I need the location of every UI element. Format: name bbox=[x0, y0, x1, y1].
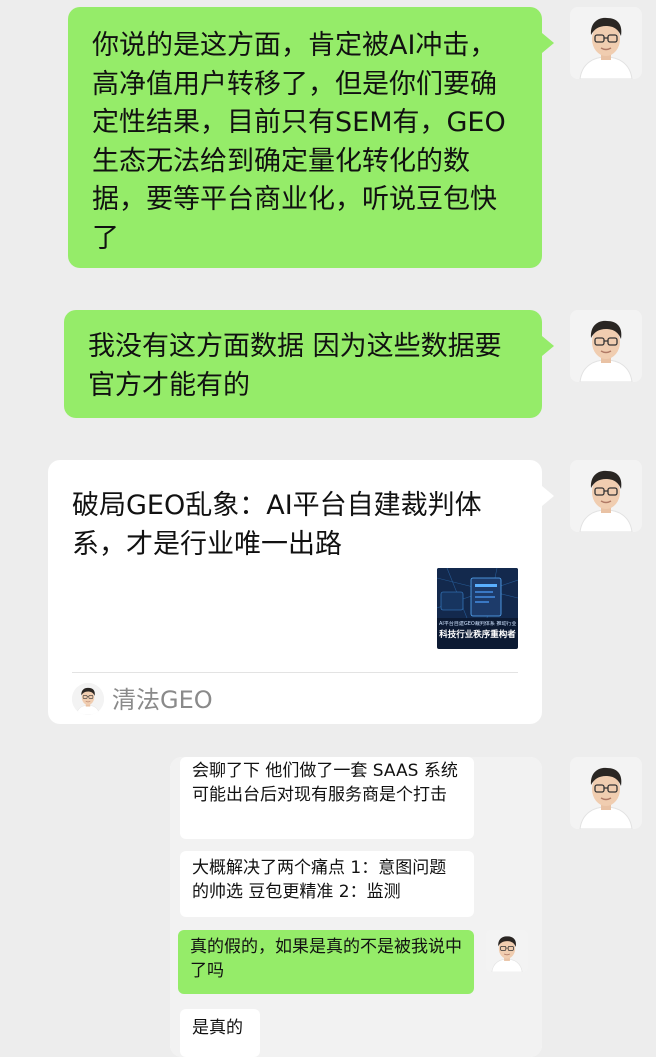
message-text: 你说的是这方面，肯定被AI冲击，高净值用户转移了，但是你们要确定性结果，目前只有… bbox=[92, 30, 506, 254]
user-avatar[interactable] bbox=[570, 757, 642, 829]
source-avatar-icon bbox=[72, 683, 104, 715]
user-avatar[interactable] bbox=[570, 7, 642, 79]
chat-record-avatar bbox=[486, 930, 528, 972]
message-text: 我没有这方面数据 因为这些数据要官方才能有的 bbox=[88, 331, 502, 401]
chat-record-card[interactable]: 会聊了下 他们做了一套 SAAS 系统 可能出台后对现有服务商是个打击 大概解决… bbox=[170, 757, 542, 1057]
chat-record-message: 会聊了下 他们做了一套 SAAS 系统 可能出台后对现有服务商是个打击 bbox=[180, 757, 474, 839]
user-avatar[interactable] bbox=[570, 310, 642, 382]
message-bubble-2[interactable]: 我没有这方面数据 因为这些数据要官方才能有的 bbox=[64, 310, 554, 418]
thumb-caption-big: 科技行业秩序重构者 bbox=[439, 630, 516, 640]
link-card[interactable]: 破局GEO乱象：AI平台自建裁判体系，才是行业唯一出路 AI平台自建GEO裁判体… bbox=[48, 460, 554, 724]
chat-record-message: 真的假的，如果是真的不是被我说中了吗 bbox=[178, 930, 474, 994]
thumb-caption-small: AI平台自建GEO裁判体系 推动行业重构 bbox=[439, 621, 516, 627]
chat-record-message: 大概解决了两个痛点 1：意图问题的帅选 豆包更精准 2：监测 bbox=[180, 851, 474, 917]
link-card-title: 破局GEO乱象：AI平台自建裁判体系，才是行业唯一出路 bbox=[72, 490, 482, 560]
chat-record-message: 是真的 bbox=[180, 1009, 260, 1057]
card-divider bbox=[72, 672, 518, 673]
user-avatar[interactable] bbox=[570, 460, 642, 532]
link-card-source: 清法GEO bbox=[112, 686, 213, 714]
link-card-thumbnail: AI平台自建GEO裁判体系 推动行业重构 科技行业秩序重构者 bbox=[437, 568, 518, 649]
message-bubble-1[interactable]: 你说的是这方面，肯定被AI冲击，高净值用户转移了，但是你们要确定性结果，目前只有… bbox=[68, 7, 554, 268]
